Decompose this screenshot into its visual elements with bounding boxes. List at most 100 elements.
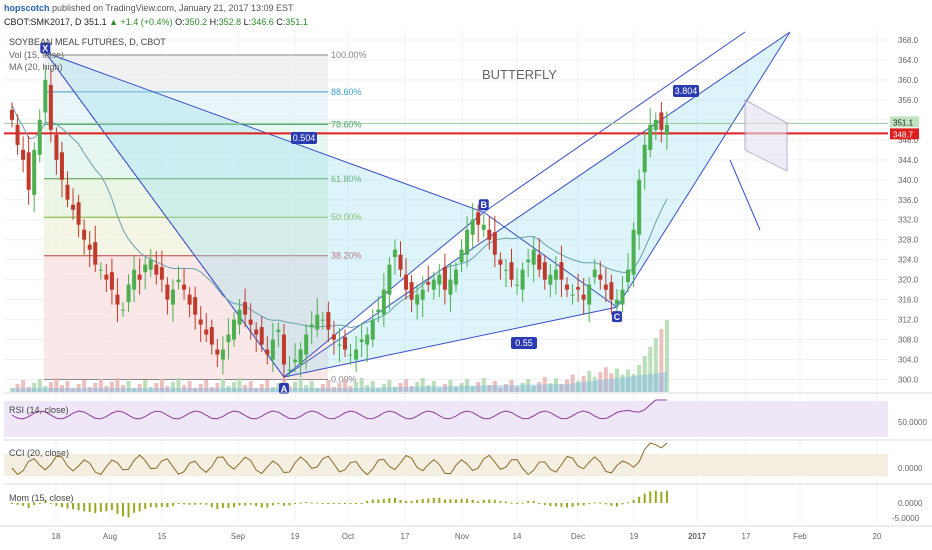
mom-bar — [521, 502, 524, 504]
candle-body — [431, 279, 436, 290]
candle-body — [237, 309, 242, 325]
legend-volume: Vol (15, false) — [9, 50, 64, 60]
x-tick-label: Nov — [455, 532, 469, 541]
mom-bar — [488, 499, 491, 503]
mom-bar — [299, 502, 302, 504]
cci-pane-label: CCI (20, close) — [9, 448, 69, 458]
ratio-text: 0.504 — [293, 133, 316, 143]
mom-tick-label: -5.0000 — [892, 514, 920, 523]
candle-body — [293, 359, 298, 363]
y-tick-label: 300.0 — [898, 376, 919, 385]
candle-body — [537, 254, 542, 270]
y-tick-label: 340.0 — [898, 176, 919, 185]
mom-bar — [327, 503, 330, 505]
candle-body — [37, 119, 42, 155]
candle-body — [398, 254, 403, 270]
mom-bar — [138, 503, 141, 512]
mom-bar — [438, 497, 441, 503]
ratio-label: 0.55 — [511, 337, 537, 349]
candle-body — [265, 349, 270, 355]
candle-body — [498, 259, 503, 265]
mom-bar — [427, 498, 430, 503]
ratio-text: 3.804 — [675, 86, 698, 96]
mom-bar — [77, 503, 80, 511]
candle-body — [559, 262, 564, 280]
candle-body — [243, 302, 248, 315]
mom-bar — [116, 503, 119, 514]
mom-bar — [377, 499, 380, 503]
candle-body — [254, 329, 259, 335]
mom-bar — [621, 503, 624, 505]
mom-bar — [554, 503, 557, 507]
mom-bar — [504, 501, 507, 503]
candle-body — [409, 282, 414, 300]
candle-body — [143, 264, 148, 273]
candle-body — [65, 184, 70, 200]
candle-body — [54, 134, 59, 160]
x-tick-label: Sep — [231, 532, 246, 541]
price-chart[interactable]: 100.00%88.60%78.60%61.80%50.00%38.20%0.0… — [0, 0, 932, 550]
mom-bar — [571, 503, 574, 507]
mom-bar — [227, 503, 230, 508]
candle-body — [442, 267, 447, 290]
mom-bar — [55, 503, 58, 506]
candle-body — [642, 144, 647, 173]
candle-body — [659, 112, 664, 130]
candle-body — [343, 337, 347, 350]
y-tick-label: 328.0 — [898, 236, 919, 245]
mom-bar — [582, 503, 585, 506]
ratio-label: 3.804 — [673, 85, 699, 97]
candle-body — [387, 264, 392, 295]
y-tick-label: 336.0 — [898, 196, 919, 205]
y-tick-label: 324.0 — [898, 256, 919, 265]
mom-bar — [282, 503, 285, 506]
mom-bar — [405, 500, 408, 503]
mom-bar — [316, 502, 319, 504]
mom-bar — [99, 503, 102, 512]
fib-level-label: 78.60% — [331, 119, 362, 129]
mom-bar — [199, 503, 202, 505]
candle-body — [326, 312, 331, 330]
mom-bar — [510, 502, 513, 504]
candle-body — [354, 349, 359, 360]
mom-bar — [443, 499, 446, 503]
pattern-point-A: A — [278, 383, 289, 395]
candle-body — [287, 369, 292, 371]
candle-body — [470, 219, 475, 235]
mom-bar — [205, 503, 208, 505]
candle-body — [10, 109, 14, 120]
candle-body — [309, 324, 314, 328]
candle-body — [648, 124, 653, 150]
mom-bar — [160, 503, 163, 507]
mom-bar — [371, 499, 374, 503]
candle-body — [121, 309, 125, 311]
candle-body — [104, 274, 109, 280]
mom-bar — [466, 498, 469, 503]
candle-body — [587, 284, 592, 305]
candle-body — [71, 204, 76, 210]
candle-body — [59, 152, 64, 180]
candle-body — [592, 269, 597, 278]
x-tick-label: 15 — [158, 532, 167, 541]
x-tick-label: 2017 — [688, 532, 706, 541]
mom-bar — [271, 503, 274, 506]
mom-bar — [660, 491, 663, 503]
mom-bar — [260, 503, 263, 508]
x-tick-label: 18 — [52, 532, 61, 541]
mom-bar — [194, 503, 197, 505]
candle-body — [359, 339, 364, 343]
candle-body — [565, 284, 569, 290]
candle-body — [392, 249, 397, 258]
mom-bar — [604, 503, 607, 505]
mom-bar — [105, 503, 108, 512]
mom-bar — [110, 503, 113, 510]
mom-tick-label: 0.0000 — [898, 499, 923, 508]
mom-bar — [33, 503, 36, 506]
mom-bar — [144, 503, 147, 509]
mom-bar — [155, 503, 158, 508]
mom-bar — [538, 503, 541, 504]
candle-body — [620, 289, 625, 305]
y-tick-label: 320.0 — [898, 276, 919, 285]
candle-body — [337, 344, 342, 346]
candle-body — [137, 274, 142, 280]
